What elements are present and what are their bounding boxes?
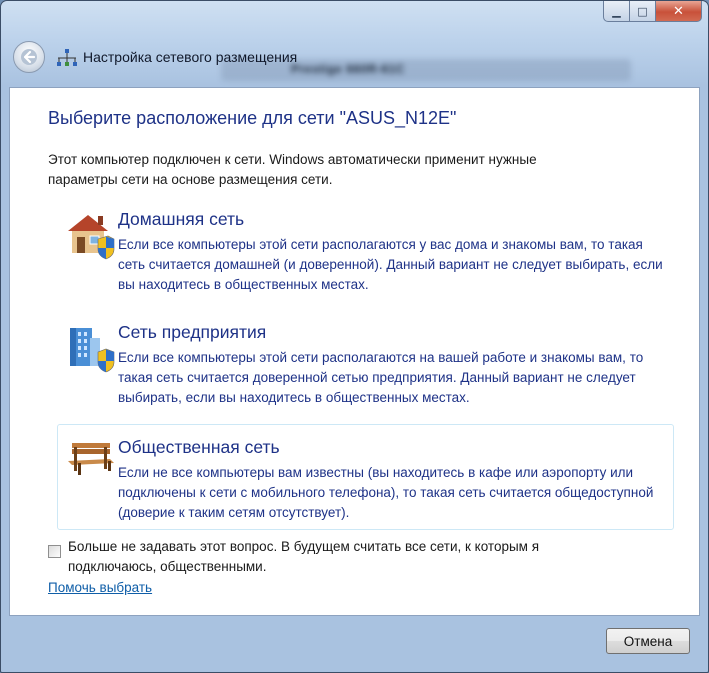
- option-title: Домашняя сеть: [118, 209, 245, 229]
- option-title: Общественная сеть: [118, 437, 280, 457]
- maximize-button[interactable]: □: [630, 1, 656, 22]
- intro-text: Этот компьютер подключен к сети. Windows…: [48, 152, 537, 187]
- minimize-button[interactable]: ▁: [603, 1, 630, 22]
- public-network-bench-icon: [68, 443, 114, 475]
- option-description: Если все компьютеры этой сети располагаю…: [118, 237, 663, 292]
- option-home-network[interactable]: Домашняя сеть Если все компьютеры этой с…: [57, 206, 674, 302]
- home-network-icon: [68, 215, 115, 260]
- option-description: Если все компьютеры этой сети располагаю…: [118, 350, 644, 405]
- content-panel: Выберите расположение для сети "ASUS_N12…: [9, 87, 700, 616]
- cancel-button[interactable]: Отмена: [606, 628, 690, 654]
- network-icon: [57, 49, 77, 66]
- page-heading: Выберите расположение для сети "ASUS_N12…: [48, 108, 457, 128]
- window-controls: ▁ □ ✕: [603, 1, 702, 23]
- footer: Отмена: [9, 616, 700, 666]
- help-choose-link[interactable]: Помочь выбрать: [48, 580, 152, 595]
- window-title: Настройка сетевого размещения: [83, 49, 298, 65]
- option-work-network[interactable]: Сеть предприятия Если все компьютеры это…: [57, 319, 674, 415]
- option-public-network[interactable]: Общественная сеть Если не все компьютеры…: [57, 424, 674, 530]
- dialog-window: Prestige 660R-61C ▁ □ ✕ Настройка сетево…: [0, 0, 709, 673]
- dont-ask-label[interactable]: Больше не задавать этот вопрос. В будуще…: [68, 537, 628, 577]
- close-button[interactable]: ✕: [656, 1, 702, 22]
- option-title: Сеть предприятия: [118, 322, 267, 342]
- option-description: Если не все компьютеры вам известны (вы …: [118, 465, 654, 520]
- back-button[interactable]: [13, 41, 45, 73]
- back-arrow-icon: [21, 49, 37, 65]
- background-title-text: Prestige 660R-61C: [291, 62, 405, 76]
- work-network-icon: [70, 328, 115, 373]
- dont-ask-checkbox[interactable]: [48, 545, 61, 558]
